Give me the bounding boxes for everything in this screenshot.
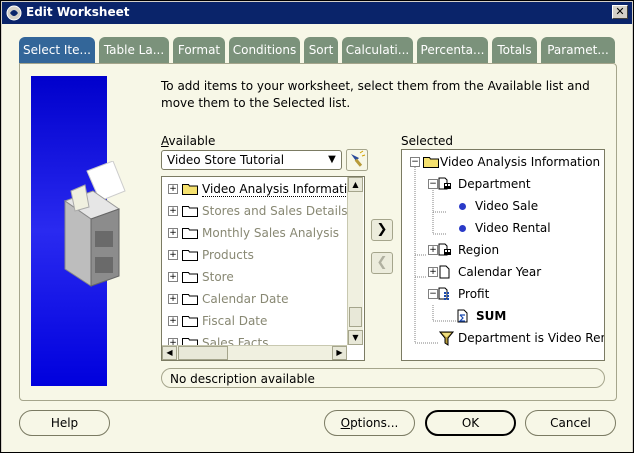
item-bullet-icon: [459, 225, 466, 232]
folder-icon: [182, 272, 198, 283]
tree-item[interactable]: Video Sale: [406, 196, 604, 216]
collapse-icon[interactable]: −: [428, 179, 438, 189]
expand-icon[interactable]: +: [168, 294, 178, 304]
folder-icon: [182, 184, 198, 195]
selected-label: Selected: [401, 134, 454, 148]
tree-item[interactable]: + Calendar Year: [406, 262, 604, 282]
chevron-down-icon[interactable]: ▼: [323, 151, 341, 169]
tab-sort[interactable]: Sort: [304, 37, 338, 63]
move-to-available-button[interactable]: ❮: [371, 252, 393, 274]
selected-tree[interactable]: − Video Analysis Information − Departmen…: [401, 149, 605, 361]
folder-icon: [182, 294, 198, 305]
tab-calculations[interactable]: Calculati...: [342, 37, 413, 63]
expand-icon[interactable]: +: [428, 267, 438, 277]
expand-icon[interactable]: +: [168, 272, 178, 282]
scroll-thumb[interactable]: [178, 346, 228, 360]
file-cabinet-icon: [63, 161, 126, 287]
expand-icon[interactable]: +: [168, 228, 178, 238]
tree-item[interactable]: + Calendar Date: [166, 289, 352, 309]
folder-icon: [182, 228, 198, 239]
tree-item[interactable]: − Department: [406, 174, 604, 194]
flashlight-find-icon[interactable]: [346, 149, 368, 171]
tree-item[interactable]: + Fiscal Date: [166, 311, 352, 331]
expand-icon[interactable]: +: [168, 250, 178, 260]
cancel-button[interactable]: Cancel: [525, 410, 616, 436]
tab-format[interactable]: Format: [173, 37, 225, 63]
description-box: No description available: [161, 368, 605, 388]
tab-conditions[interactable]: Conditions: [229, 37, 300, 63]
tree-item[interactable]: − Video Analysis Information: [406, 152, 604, 172]
window-title: Edit Worksheet: [26, 5, 130, 19]
tree-item[interactable]: + Stores and Sales Details: [166, 201, 352, 221]
ok-button[interactable]: OK: [425, 410, 516, 436]
tree-item[interactable]: + Products: [166, 245, 352, 265]
collapse-icon[interactable]: −: [410, 157, 420, 167]
tree-item[interactable]: + Store: [166, 267, 352, 287]
folder-icon: [182, 316, 198, 327]
expand-icon[interactable]: +: [428, 245, 438, 255]
tree-item[interactable]: Department is Video Renta: [406, 328, 604, 348]
folder-icon: [182, 250, 198, 261]
scroll-thumb[interactable]: [349, 307, 362, 327]
expand-icon[interactable]: +: [168, 184, 178, 194]
document-icon: [439, 265, 450, 279]
tree-item[interactable]: − Profit: [406, 284, 604, 304]
sum-aggregate-icon: [457, 309, 468, 323]
tree-item[interactable]: + Video Analysis Information: [166, 179, 363, 199]
tab-table-layout[interactable]: Table La...: [99, 37, 169, 63]
close-button[interactable]: ✕: [612, 5, 628, 19]
tab-select-items[interactable]: Select Ite...: [19, 37, 95, 63]
folder-icon: [182, 206, 198, 217]
help-button[interactable]: Help: [19, 410, 110, 436]
edit-worksheet-dialog: Edit Worksheet ✕ Select Ite... Table La.…: [0, 0, 634, 453]
tab-totals[interactable]: Totals: [492, 37, 537, 63]
available-vertical-scrollbar[interactable]: ▲ ▼: [347, 177, 363, 345]
options-button[interactable]: Options...: [324, 410, 415, 436]
scroll-down-icon[interactable]: ▼: [348, 330, 363, 345]
instructions-text: To add items to your worksheet, select t…: [161, 79, 590, 110]
available-horizontal-scrollbar[interactable]: ◀ ▶: [162, 345, 347, 360]
folder-icon: [423, 157, 439, 168]
scroll-right-icon[interactable]: ▶: [332, 346, 347, 360]
tree-item[interactable]: + Monthly Sales Analysis: [166, 223, 352, 243]
folder-item-icon: [438, 243, 451, 256]
tree-item[interactable]: Video Rental: [406, 218, 604, 238]
tab-parameters[interactable]: Paramet...: [541, 37, 615, 63]
tree-item[interactable]: + Region: [406, 240, 604, 260]
move-to-selected-button[interactable]: ❯: [371, 219, 393, 241]
business-area-value: Video Store Tutorial: [167, 153, 285, 167]
tree-item[interactable]: SUM: [406, 306, 604, 326]
scroll-left-icon[interactable]: ◀: [162, 346, 177, 360]
folder-item-icon: [438, 177, 451, 190]
description-text: No description available: [170, 372, 315, 386]
title-bar[interactable]: Edit Worksheet ✕: [2, 2, 632, 24]
item-bullet-icon: [459, 203, 466, 210]
filter-funnel-icon: [439, 331, 454, 346]
business-area-select[interactable]: Video Store Tutorial ▼: [161, 150, 342, 170]
available-label: Available: [161, 134, 216, 148]
app-icon: [6, 5, 22, 21]
measure-icon: [438, 287, 449, 300]
expand-icon[interactable]: +: [168, 316, 178, 326]
expand-icon[interactable]: +: [168, 206, 178, 216]
tab-percentages[interactable]: Percenta...: [417, 37, 488, 63]
available-tree[interactable]: + Video Analysis Information + Stores an…: [161, 176, 365, 361]
scroll-up-icon[interactable]: ▲: [348, 177, 363, 192]
collapse-icon[interactable]: −: [428, 289, 438, 299]
